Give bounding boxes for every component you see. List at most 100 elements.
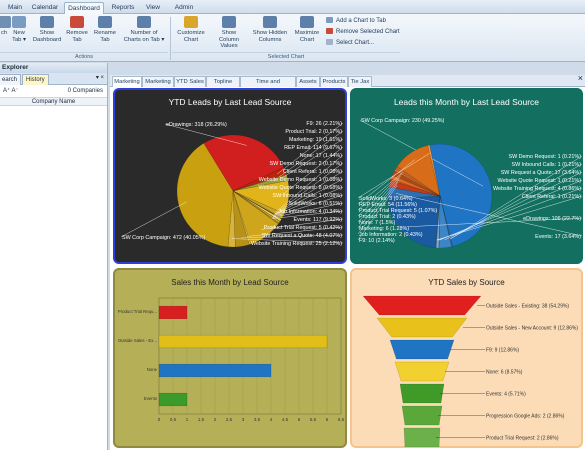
tab-topline-prep[interactable]: Topline Prep [206,76,240,95]
pie-chart-svg: eDrawings: 318 (26.29%) F9: 26 (2.21%) Pro… [120,121,344,248]
slice-label: F9: 26 (2.21%) [306,121,342,127]
slice-label: SW Demo Request: 2 (0.17%) [269,161,342,167]
explorer-panel: Explorer earch History ▾ × A⁺ A⁻ 0 Compa… [0,63,108,450]
remove-selected-chart-button[interactable]: Remove Selected Chart [326,28,400,37]
remove-tab-button[interactable]: Remove Tab [66,16,88,43]
customize-chart-button[interactable]: Customize Chart [174,16,208,43]
tick-label: 2.5 [226,417,233,422]
select-chart-button[interactable]: Select Chart... [326,39,374,48]
category-label: Outside Sales - Ex... [118,338,157,343]
main-menu-tabs: Main Calendar Dashboard Reports View Adm… [0,0,585,14]
tab-assets[interactable]: Assets [296,76,320,87]
hidden-columns-icon [263,16,277,28]
category-label: Events [144,396,157,401]
slice-label: Events: 117 (9.92%) [294,217,343,223]
maximize-chart-button[interactable]: Maximize Chart [292,16,322,43]
slice-label: Website Quote Request: 1 (0.21%) [498,178,582,184]
slice-label: Product Trial Request: 5 (0.42%) [264,225,342,231]
explorer-toolbar: A⁺ A⁻ 0 Companies [0,85,107,97]
dashboard-content: YTD Leads by Last Lead Source eDrawings:… [110,87,585,450]
funnel-stage [403,427,441,447]
slice-label: Product Trial: 2 (0.17%) [285,129,342,135]
tab-search[interactable]: earch [0,74,22,85]
rename-tab-label: Rename Tab [94,30,116,43]
menu-tab-view[interactable]: View [142,2,164,14]
slice-label: Website Training Request: 4 (0.86%) [493,186,581,192]
ribbon-group-actions: Actions [0,52,168,61]
maximize-chart-label: Maximize Chart [294,30,320,43]
chart-panel-ytd-sales-by-source[interactable]: YTD Sales by Source Outside Sales - Exis… [350,268,583,448]
remove-chart-icon [326,28,333,34]
bar [158,392,188,407]
tab-products[interactable]: Products [320,76,348,87]
slice-label: SW Corp Campaign: 230 (49.25%) [361,118,444,124]
tick-label: 6 [326,417,329,422]
tick-label: 4.5 [282,417,289,422]
close-icon[interactable]: × [578,73,583,83]
slice-label: Website Demo Request: 1 (0.08%) [259,177,342,183]
remove-chart-label: Remove Selected Chart [336,29,400,35]
slice-label: None: 7 (1.5%) [359,220,395,226]
menu-tab-dashboard[interactable]: Dashboard [64,2,104,14]
menu-tab-calendar[interactable]: Calendar [30,2,60,14]
chart-title: Leads this Month by Last Lead Source [393,97,540,107]
menu-tab-reports[interactable]: Reports [108,2,138,14]
slice-label: SW Inbound Calls: 1 (0.08%) [272,193,342,199]
tab-time-and-attendance[interactable]: Time and Attendance [240,76,296,95]
slice-label: SW Request a Quote: 17 (3.64%) [501,170,582,176]
companies-count: 0 Companies [67,88,103,94]
pin-close-icon[interactable]: ▾ × [96,74,104,81]
add-chart-to-tab-button[interactable]: Add a Chart to Tab [326,17,386,26]
font-size-icon[interactable]: A⁺ A⁻ [3,88,19,94]
tab-tie-jax[interactable]: Tie Jax [348,76,372,87]
slice-label: Marketing: 6 (1.28%) [359,226,409,232]
select-chart-label: Select Chart... [336,40,375,46]
menu-tab-main[interactable]: Main [4,2,26,14]
rename-tab-button[interactable]: Rename Tab [93,16,117,43]
tab-marketing[interactable]: Marketing [112,76,142,87]
pie-chart-icon [184,16,198,28]
number-of-charts-button[interactable]: Number of Charts on Tab ▾ [122,16,166,43]
customize-chart-label: Customize Chart [177,30,205,43]
stage-label: Product Trial Request: 2 (2.86%) [486,436,559,442]
chart-panel-sales-this-month[interactable]: Sales this Month by Lead Source 0 0.5 1 1.5… [113,268,347,448]
slice-label: Client Referal: 1 (0.21%) [522,194,581,200]
tab-marketing-2[interactable]: Marketing 2 [142,76,174,95]
remove-tab-icon [70,16,84,28]
charts-grid-icon [137,16,151,28]
slice-label: Product Trial Request: 5 (1.07%) [359,208,437,214]
new-tab-button[interactable]: New Tab ▾ [10,16,28,43]
select-chart-icon [326,39,333,45]
rename-tab-icon [98,16,112,28]
stage-label: Events: 4 (5.71%) [486,392,526,398]
funnel-stage [399,383,445,404]
chart-title: Sales this Month by Lead Source [171,278,289,287]
tick-label: 3.5 [254,417,261,422]
menu-tab-admin[interactable]: Admin [170,2,198,14]
stage-label: Outside Sales - New Account: 9 (12.86%) [486,326,578,332]
show-dashboard-button[interactable]: Show Dashboard [32,16,62,43]
tick-label: 0.5 [170,417,177,422]
tab-history[interactable]: History [22,74,49,85]
app-window: Main Calendar Dashboard Reports View Adm… [0,0,585,450]
tick-label: 3 [242,417,245,422]
new-tab-icon [12,16,26,28]
show-column-values-button[interactable]: Show Column Values [212,16,246,50]
tick-label: 0 [158,417,161,422]
company-name-column-header[interactable]: Company Name [0,97,107,106]
category-label: Product Trial Requ... [118,309,157,314]
slice-label: SW Corp Campaign: 472 (40.05%) [122,235,205,241]
funnel-stage [401,405,443,426]
show-hidden-columns-button[interactable]: Show Hidden Columns [252,16,288,43]
dashboard-tabs: Marketing Marketing 2 YTD Sales Topline … [110,73,585,95]
stage-label: Progression Google Ads: 2 (2.86%) [486,414,565,420]
stage-label: Outside Sales - Existing: 38 (54.29%) [486,304,569,310]
slice-label: SolidWorks: 6 (0.51%) [288,201,342,207]
chart-panel-leads-this-month[interactable]: Leads this Month by Last Lead Source SW … [350,88,583,264]
slice-label: eDrawings: 318 (26.29%) [166,122,227,128]
ribbon-toolbar: ch New Tab ▾ Show Dashboard Remove Tab R… [0,14,585,62]
chart-panel-ytd-leads[interactable]: YTD Leads by Last Lead Source eDrawings:… [113,88,347,264]
slice-label: Product Trial: 2 (0.43%) [359,214,416,220]
tab-ytd-sales[interactable]: YTD Sales [174,76,206,87]
remove-tab-label: Remove Tab [66,30,88,43]
